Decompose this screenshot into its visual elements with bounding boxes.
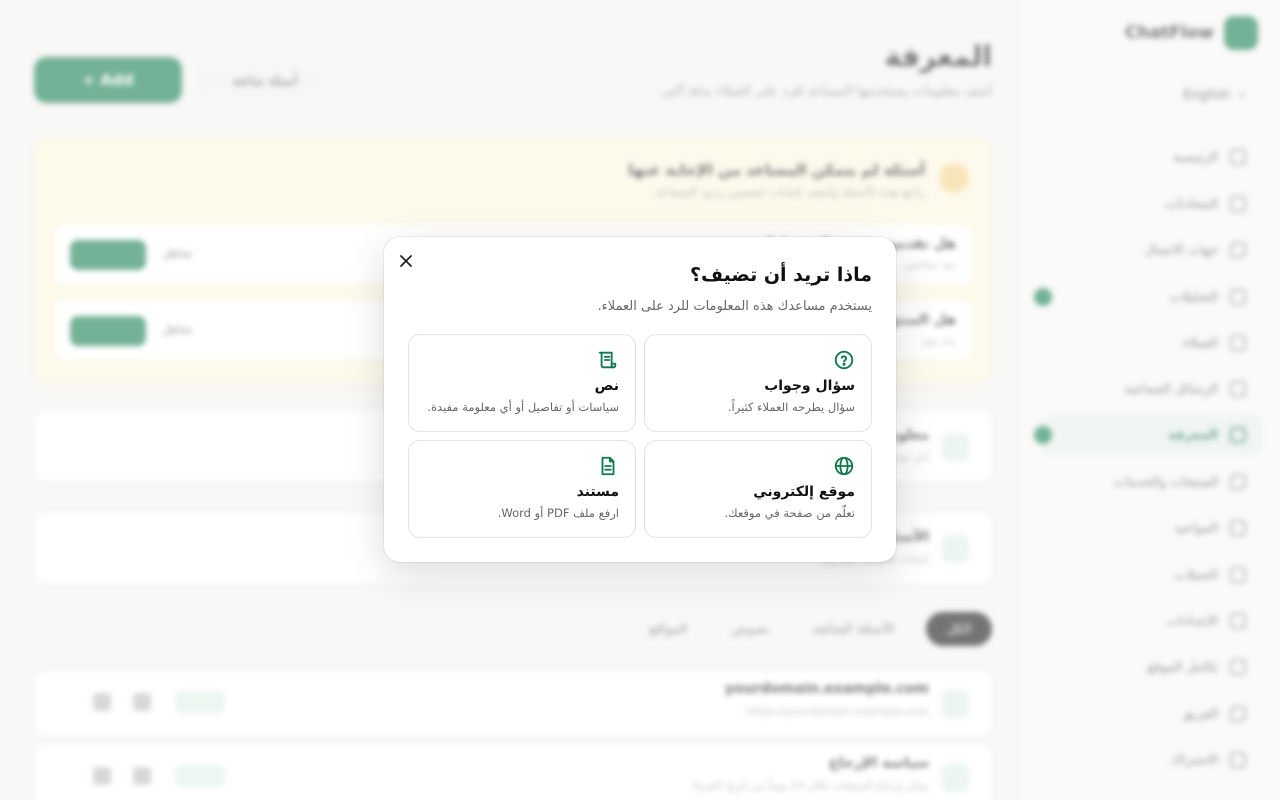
option-description: تعلّم من صفحة في موقعك. [724, 506, 856, 520]
dialog-subtitle: يستخدم مساعدك هذه المعلومات للرد على الع… [597, 299, 872, 314]
option-title: مستند [576, 484, 619, 500]
dialog-title: ماذا تريد أن تضيف؟ [689, 264, 872, 286]
option-title: نص [594, 378, 619, 394]
option-website[interactable]: موقع إلكتروني تعلّم من صفحة في موقعك. [644, 440, 872, 538]
option-text[interactable]: نص سياسات أو تفاصيل أو أي معلومة مفيدة. [408, 334, 636, 432]
text-scroll-icon [598, 351, 617, 369]
question-circle-icon [834, 350, 854, 370]
option-description: سياسات أو تفاصيل أو أي معلومة مفيدة. [427, 400, 619, 414]
close-icon [400, 255, 412, 267]
add-knowledge-dialog: ماذا تريد أن تضيف؟ يستخدم مساعدك هذه الم… [384, 237, 896, 562]
option-description: ارفع ملف PDF أو Word. [497, 506, 619, 520]
close-button[interactable] [394, 249, 418, 273]
document-icon [601, 456, 615, 476]
option-title: سؤال وجواب [764, 378, 855, 394]
option-title: موقع إلكتروني [753, 484, 855, 500]
option-description: سؤال يطرحه العملاء كثيراً. [727, 400, 855, 414]
globe-icon [834, 456, 854, 476]
option-qa[interactable]: سؤال وجواب سؤال يطرحه العملاء كثيراً. [644, 334, 872, 432]
option-document[interactable]: مستند ارفع ملف PDF أو Word. [408, 440, 636, 538]
